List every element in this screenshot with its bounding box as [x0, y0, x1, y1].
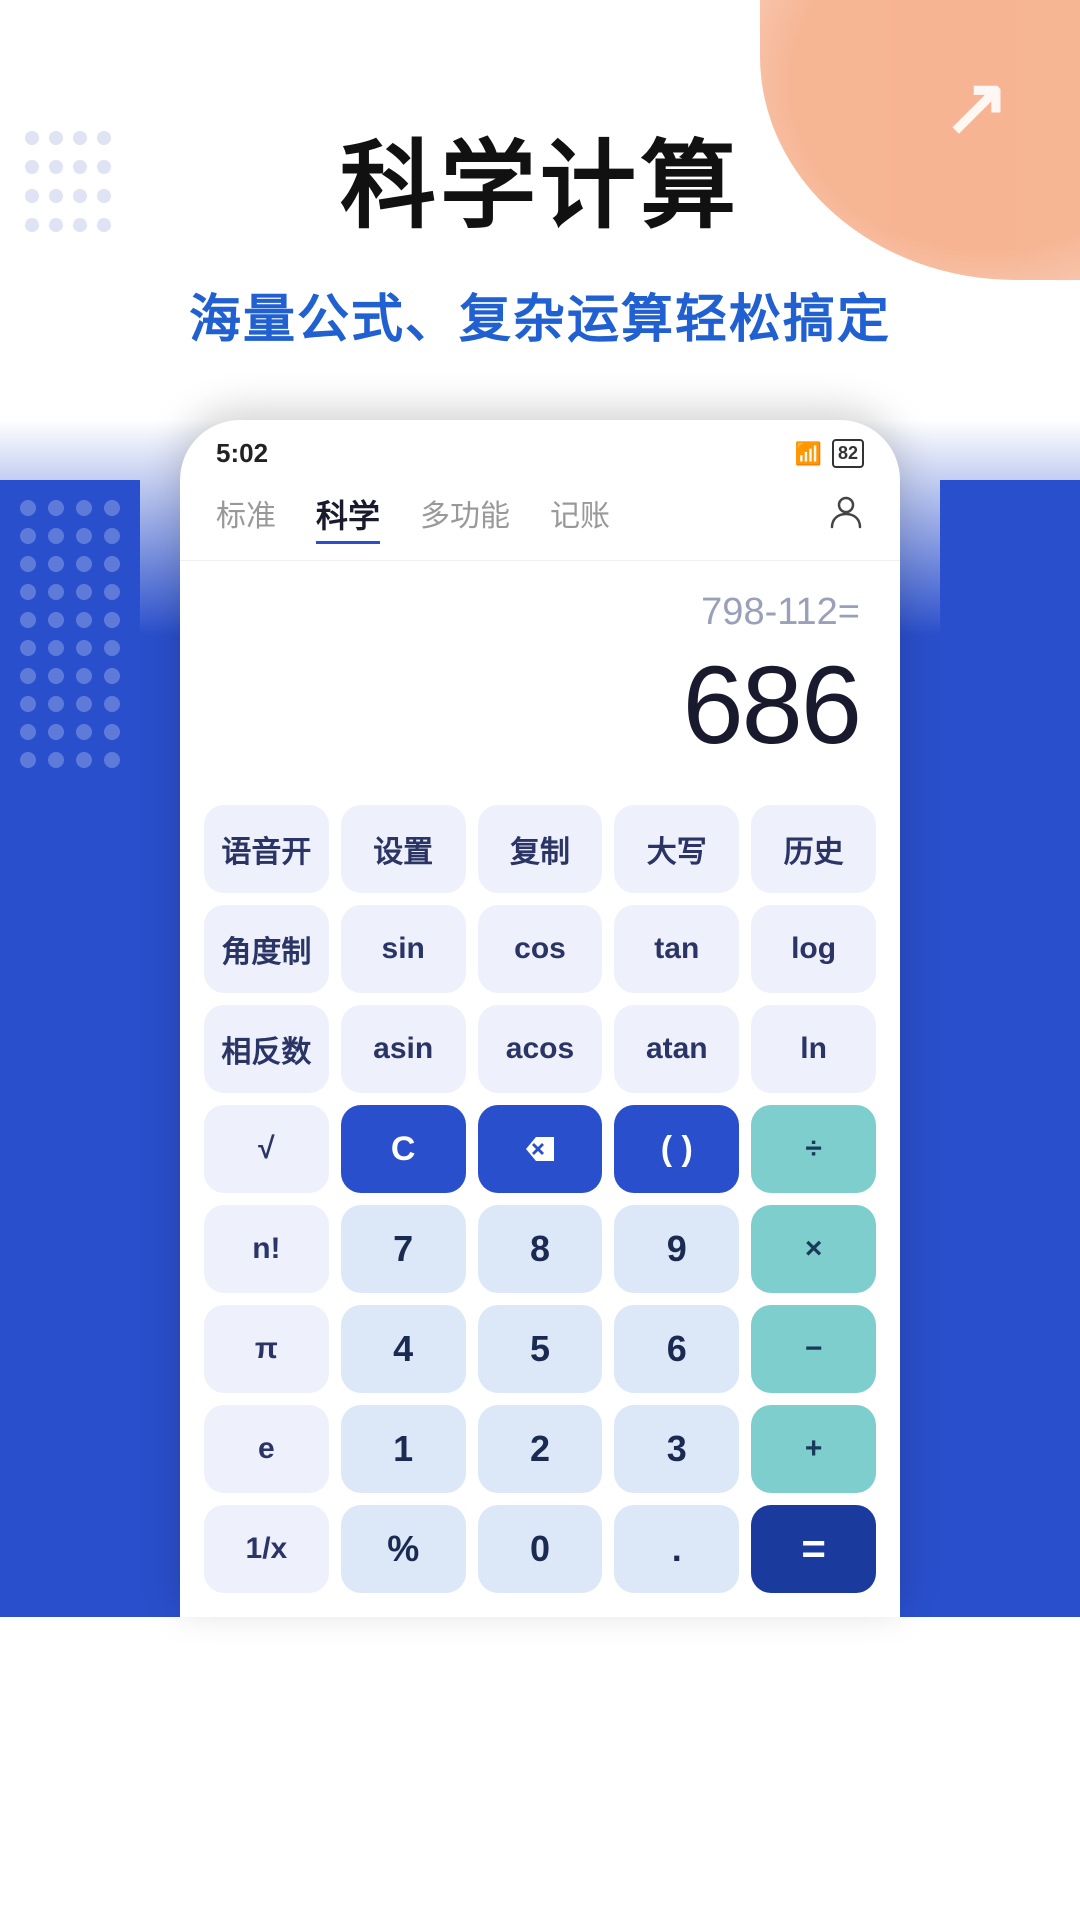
key-copy[interactable]: 复制	[478, 805, 603, 893]
key-history[interactable]: 历史	[751, 805, 876, 893]
key-percent[interactable]: %	[341, 1505, 466, 1593]
key-equals[interactable]: =	[751, 1505, 876, 1593]
status-bar: 5:02 📶 82	[180, 420, 900, 477]
key-atan[interactable]: atan	[614, 1005, 739, 1093]
key-negate[interactable]: 相反数	[204, 1005, 329, 1093]
key-cos[interactable]: cos	[478, 905, 603, 993]
hero-decoration	[760, 0, 1080, 280]
key-row-8: 1/x % 0 . =	[204, 1505, 876, 1593]
nav-tabs: 标准 科学 多功能 记账	[180, 477, 900, 561]
key-sin[interactable]: sin	[341, 905, 466, 993]
tab-standard[interactable]: 标准	[216, 487, 276, 544]
phone-wrapper: 5:02 📶 82 标准 科学 多功能 记账	[0, 420, 1080, 1617]
key-2[interactable]: 2	[478, 1405, 603, 1493]
nav-tabs-list: 标准 科学 多功能 记账	[216, 487, 610, 544]
key-factorial[interactable]: n!	[204, 1205, 329, 1293]
key-multiply[interactable]: ×	[751, 1205, 876, 1293]
key-0[interactable]: 0	[478, 1505, 603, 1593]
hero-title: 科学计算	[340, 108, 740, 247]
battery-icon: 82	[832, 439, 864, 468]
key-6[interactable]: 6	[614, 1305, 739, 1393]
key-asin[interactable]: asin	[341, 1005, 466, 1093]
profile-icon[interactable]	[828, 493, 864, 538]
wifi-icon: 📶	[795, 441, 822, 467]
key-decimal[interactable]: .	[614, 1505, 739, 1593]
key-parens[interactable]: ( )	[614, 1105, 739, 1193]
keypad: 语音开 设置 复制 大写 历史 角度制 sin cos tan log 相反数 …	[180, 789, 900, 1617]
key-3[interactable]: 3	[614, 1405, 739, 1493]
phone-frame: 5:02 📶 82 标准 科学 多功能 记账	[180, 420, 900, 1617]
status-icons: 📶 82	[795, 439, 864, 468]
tab-multi[interactable]: 多功能	[420, 487, 510, 544]
key-acos[interactable]: acos	[478, 1005, 603, 1093]
key-euler[interactable]: e	[204, 1405, 329, 1493]
display-area: 798-112= 686	[180, 561, 900, 789]
key-sqrt[interactable]: √	[204, 1105, 329, 1193]
hero-section: 科学计算 海量公式、复杂运算轻松搞定	[0, 0, 1080, 420]
key-row-4: √ C ( ) ÷	[204, 1105, 876, 1193]
key-tan[interactable]: tan	[614, 905, 739, 993]
key-degree[interactable]: 角度制	[204, 905, 329, 993]
key-row-3: 相反数 asin acos atan ln	[204, 1005, 876, 1093]
key-voice[interactable]: 语音开	[204, 805, 329, 893]
key-4[interactable]: 4	[341, 1305, 466, 1393]
key-subtract[interactable]: −	[751, 1305, 876, 1393]
key-row-6: π 4 5 6 −	[204, 1305, 876, 1393]
side-dots-left	[0, 480, 140, 1617]
key-ln[interactable]: ln	[751, 1005, 876, 1093]
key-5[interactable]: 5	[478, 1305, 603, 1393]
key-row-1: 语音开 设置 复制 大写 历史	[204, 805, 876, 893]
key-row-2: 角度制 sin cos tan log	[204, 905, 876, 993]
tab-science[interactable]: 科学	[316, 487, 380, 544]
key-reciprocal[interactable]: 1/x	[204, 1505, 329, 1593]
key-8[interactable]: 8	[478, 1205, 603, 1293]
display-result: 686	[682, 642, 860, 769]
key-row-7: e 1 2 3 +	[204, 1405, 876, 1493]
display-expression: 798-112=	[701, 591, 860, 634]
side-dots-right	[940, 480, 1080, 1617]
key-pi[interactable]: π	[204, 1305, 329, 1393]
hero-subtitle: 海量公式、复杂运算轻松搞定	[189, 277, 891, 352]
key-divide[interactable]: ÷	[751, 1105, 876, 1193]
status-time: 5:02	[216, 438, 268, 469]
key-7[interactable]: 7	[341, 1205, 466, 1293]
dots-decoration	[20, 126, 140, 286]
key-add[interactable]: +	[751, 1405, 876, 1493]
key-log[interactable]: log	[751, 905, 876, 993]
key-row-5: n! 7 8 9 ×	[204, 1205, 876, 1293]
key-settings[interactable]: 设置	[341, 805, 466, 893]
key-9[interactable]: 9	[614, 1205, 739, 1293]
key-backspace[interactable]	[478, 1105, 603, 1193]
key-1[interactable]: 1	[341, 1405, 466, 1493]
key-clear[interactable]: C	[341, 1105, 466, 1193]
key-uppercase[interactable]: 大写	[614, 805, 739, 893]
tab-account[interactable]: 记账	[550, 487, 610, 544]
